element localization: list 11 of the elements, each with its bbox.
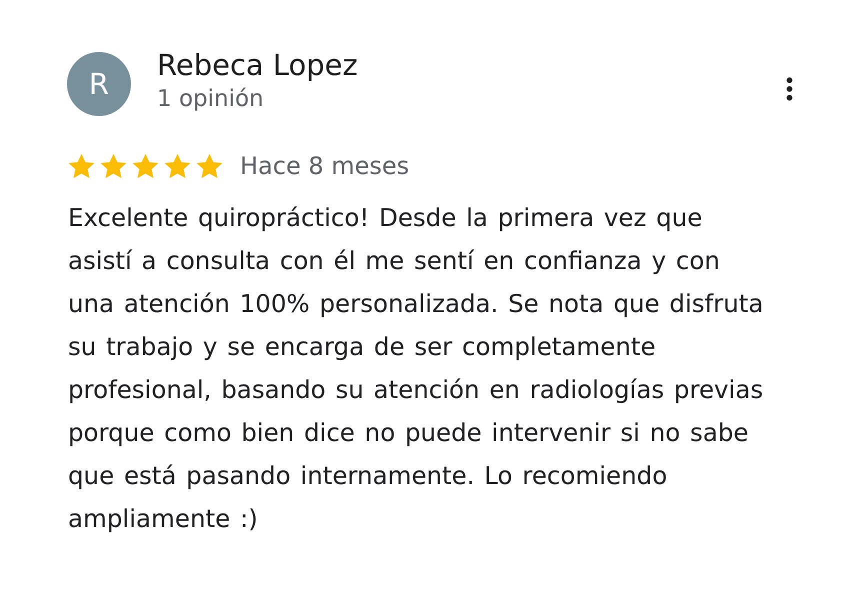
author-name[interactable]: Rebeca Lopez — [157, 46, 358, 84]
more-options-icon[interactable] — [785, 77, 794, 101]
avatar: R — [67, 52, 131, 116]
review-time: Hace 8 meses — [240, 152, 410, 180]
star-icon — [164, 152, 191, 180]
star-icon — [68, 152, 95, 180]
review-count: 1 opinión — [157, 85, 265, 114]
star-icon — [196, 152, 223, 180]
review-text: Excelente quiropráctico! Desde la primera vez que asistí a consulta con él me sentí en confianza y con una atención 100% personalizada. Se nota que disfruta su trabajo y se encarga de ser completamente profesional, basando su atención en radiologías previas porque como bien dice no puede intervenir si no sabe que está pasando internamente. Lo recomiendo ampliamente :) — [68, 202, 764, 535]
star-icon — [132, 152, 159, 180]
star-icon — [100, 152, 127, 180]
